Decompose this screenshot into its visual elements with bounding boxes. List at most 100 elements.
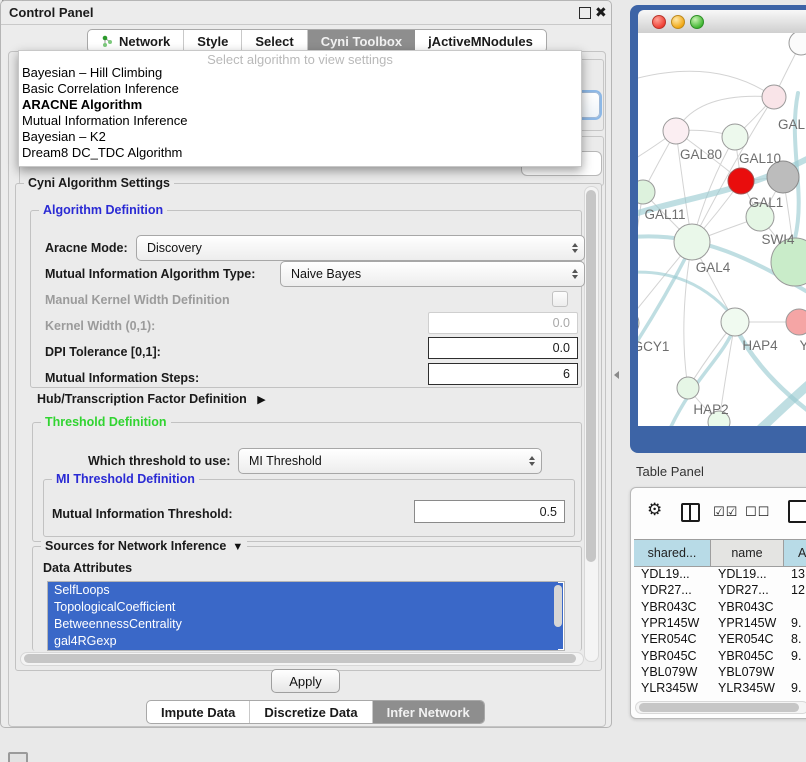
cell: YDL19...	[634, 567, 711, 581]
table-row[interactable]: YER054C YER054C 8.	[634, 631, 806, 647]
aracne-mode-combobox[interactable]: Discovery	[136, 235, 585, 261]
data-attributes-label: Data Attributes	[43, 561, 132, 575]
dropdown-item[interactable]: Basic Correlation Inference	[19, 81, 581, 97]
attributes-scrollbar-thumb[interactable]	[554, 585, 562, 627]
tab-infer-network[interactable]: Infer Network	[373, 701, 484, 723]
column-header-name[interactable]: name	[711, 540, 784, 566]
which-threshold-label: Which threshold to use:	[88, 454, 230, 468]
tab-style[interactable]: Style	[184, 30, 242, 52]
table-hscrollbar-thumb[interactable]	[639, 703, 799, 712]
manual-kernel-checkbox[interactable]	[552, 291, 568, 307]
table-row[interactable]: YBR043C YBR043C	[634, 599, 806, 615]
table-row[interactable]: YPR145W YPR145W 9.	[634, 615, 806, 631]
table-row[interactable]: YDL19... YDL19... 13	[634, 566, 806, 582]
attribute-item-selected[interactable]: BetweennessCentrality	[48, 616, 558, 633]
sources-toggle[interactable]: Sources for Network Inference▼	[41, 539, 247, 553]
cell: 9.	[784, 616, 806, 630]
tab-network-label: Network	[119, 34, 170, 49]
tab-infer-network-label: Infer Network	[387, 705, 470, 720]
apply-button[interactable]: Apply	[271, 669, 340, 693]
dropdown-placeholder: Select algorithm to view settings	[19, 52, 581, 65]
screen: Control Panel ✖ Network Style Select	[0, 0, 806, 762]
network-node-gcy1[interactable]	[638, 310, 639, 336]
attribute-item-selected[interactable]: gal4RGexp	[48, 633, 558, 650]
settings-hscrollbar-thumb[interactable]	[24, 654, 576, 663]
tab-select[interactable]: Select	[242, 30, 307, 52]
settings-vscrollbar-thumb[interactable]	[586, 190, 596, 562]
collapse-down-icon: ▼	[232, 541, 243, 553]
cell: YPR145W	[634, 616, 711, 630]
minimized-panel-icon[interactable]	[8, 752, 28, 762]
network-node-hap4[interactable]	[721, 308, 749, 336]
table-row[interactable]: YLR345W YLR345W 9.	[634, 680, 806, 696]
column-header-cut[interactable]: A	[784, 540, 806, 566]
kernel-width-field: 0.0	[428, 312, 578, 334]
network-node-gal80[interactable]	[663, 118, 689, 144]
table-row[interactable]: YBL079W YBL079W	[634, 664, 806, 680]
table-row-clipped[interactable]: YIL052C YIL052C 9	[634, 696, 806, 699]
float-window-icon[interactable]	[579, 7, 591, 19]
network-node[interactable]	[789, 33, 806, 55]
network-node-gal11[interactable]	[638, 180, 655, 204]
network-node[interactable]	[762, 85, 786, 109]
tab-impute-data-label: Impute Data	[161, 705, 235, 720]
cell: YBR045C	[634, 649, 711, 663]
split-pane-collapse-icon[interactable]	[614, 371, 619, 379]
attributes-scrollbar[interactable]	[553, 583, 563, 649]
network-node-red[interactable]	[728, 168, 754, 194]
cell: YPR145W	[711, 616, 784, 630]
mi-steps-field[interactable]: 6	[428, 363, 578, 385]
zoom-traffic-light[interactable]	[690, 15, 704, 29]
columns-icon[interactable]	[681, 503, 700, 522]
dropdown-item[interactable]: Dream8 DC_TDC Algorithm	[19, 145, 581, 161]
network-window-titlebar[interactable]	[638, 10, 806, 34]
network-node-gal10[interactable]	[722, 124, 748, 150]
tab-cyni-toolbox[interactable]: Cyni Toolbox	[308, 30, 415, 52]
column-header-shared-name[interactable]: shared...	[634, 540, 711, 566]
dropdown-item[interactable]: Bayesian – Hill Climbing	[19, 65, 581, 81]
tab-network[interactable]: Network	[88, 30, 184, 52]
data-attributes-list[interactable]: SelfLoops TopologicalCoefficient Between…	[47, 581, 565, 651]
dpi-tolerance-label: DPI Tolerance [0,1]:	[45, 345, 161, 359]
export-table-icon[interactable]	[788, 500, 806, 523]
settings-hscrollbar[interactable]	[20, 652, 584, 666]
attribute-item-selected[interactable]: SelfLoops	[48, 582, 558, 599]
dropdown-item[interactable]: Bayesian – K2	[19, 129, 581, 145]
aracne-mode-value: Discovery	[147, 241, 202, 255]
algorithm-definition-title: Algorithm Definition	[39, 203, 167, 217]
cell: 8.	[784, 632, 806, 646]
table-row[interactable]: YBR045C YBR045C 9.	[634, 647, 806, 663]
tab-impute-data[interactable]: Impute Data	[147, 701, 250, 723]
hub-definition-toggle[interactable]: Hub/Transcription Factor Definition ▶	[37, 392, 266, 406]
network-node-salmon[interactable]	[786, 309, 806, 335]
which-threshold-combobox[interactable]: MI Threshold	[238, 448, 542, 474]
mi-type-combobox[interactable]: Naive Bayes	[280, 261, 585, 287]
deselect-all-checkboxes-icon[interactable]: ☐☐	[745, 504, 770, 520]
table-hscrollbar[interactable]	[635, 701, 806, 714]
cell: 13	[784, 567, 806, 581]
node-label-swi4: SWI4	[761, 232, 794, 247]
table-row[interactable]: YDR27... YDR27... 12	[634, 582, 806, 598]
cyni-algorithm-settings-group: Cyni Algorithm Settings Algorithm Defini…	[15, 183, 602, 671]
mi-threshold-field[interactable]: 0.5	[414, 500, 565, 523]
network-node-gal4[interactable]	[674, 224, 710, 260]
network-canvas[interactable]: GAL GAL80 GAL10 GAL1 GAL11 SWI4 GAL4 GCY…	[638, 33, 806, 426]
select-all-checkboxes-icon[interactable]: ☑☑	[713, 504, 738, 520]
dpi-tolerance-field[interactable]: 0.0	[428, 337, 578, 359]
gear-icon[interactable]: ⚙	[647, 500, 662, 520]
close-icon[interactable]: ✖	[595, 4, 607, 20]
dropdown-item[interactable]: Mutual Information Inference	[19, 113, 581, 129]
tab-style-label: Style	[197, 34, 228, 49]
mi-steps-label: Mutual Information Steps:	[45, 371, 199, 385]
attribute-item-selected[interactable]: TopologicalCoefficient	[48, 599, 558, 616]
close-traffic-light[interactable]	[652, 15, 666, 29]
cell: 9	[784, 698, 806, 699]
dropdown-item-aracne[interactable]: ARACNE Algorithm	[19, 97, 581, 113]
tab-jactivemnodules[interactable]: jActiveMNodules	[415, 30, 546, 52]
network-icon	[101, 35, 114, 48]
settings-vscrollbar[interactable]	[584, 186, 599, 662]
network-node-hap2[interactable]	[677, 377, 699, 399]
network-view-window: GAL GAL80 GAL10 GAL1 GAL11 SWI4 GAL4 GCY…	[630, 5, 806, 453]
tab-discretize-data[interactable]: Discretize Data	[250, 701, 372, 723]
minimize-traffic-light[interactable]	[671, 15, 685, 29]
